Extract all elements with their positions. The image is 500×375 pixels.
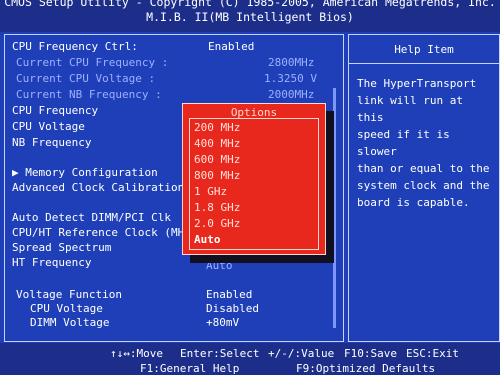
current-nb-frequency-value: 2000MHz <box>268 88 315 101</box>
cpu-frequency-item[interactable]: CPU Frequency <box>12 104 98 117</box>
nb-frequency-item[interactable]: NB Frequency <box>12 136 91 149</box>
cpu-frequency-ctrl-value[interactable]: Enabled <box>208 40 254 53</box>
current-cpu-voltage-label: Current CPU Voltage : <box>16 72 156 85</box>
cpu-ht-reference-clock-item[interactable]: CPU/HT Reference Clock (MH <box>12 226 184 239</box>
key-optimized-defaults: F9:Optimized Defaults <box>296 362 436 375</box>
help-title: Help Item <box>394 43 454 56</box>
bios-name: M.I.B. II(MB Intelligent Bios) <box>146 10 354 24</box>
voltage-function-value[interactable]: Enabled <box>206 288 252 301</box>
auto-detect-dimm-pci-clk-item[interactable]: Auto Detect DIMM/PCI Clk <box>12 211 171 224</box>
cpu-voltage-item[interactable]: CPU Voltage <box>12 120 85 133</box>
current-nb-frequency-label: Current NB Frequency : <box>16 88 162 101</box>
advanced-clock-calibration-item[interactable]: Advanced Clock Calibration <box>12 181 184 194</box>
copyright-line: CMOS Setup Utility - Copyright (C) 1985-… <box>4 0 496 9</box>
help-panel: Help Item The HyperTransport link will r… <box>348 34 500 342</box>
option-1ghz[interactable]: 1 GHz <box>194 185 227 198</box>
option-1-8ghz[interactable]: 1.8 GHz <box>194 201 240 214</box>
key-general-help: F1:General Help <box>140 362 240 375</box>
option-800mhz[interactable]: 800 MHz <box>194 169 240 182</box>
option-200mhz[interactable]: 200 MHz <box>194 121 240 134</box>
cpu-frequency-ctrl-row[interactable]: CPU Frequency Ctrl: <box>12 40 138 53</box>
help-text: The HyperTransport link will run at this… <box>357 77 490 209</box>
current-cpu-frequency-value: 2800MHz <box>268 56 315 69</box>
current-cpu-voltage-value: 1.3250 V <box>264 72 317 85</box>
option-600mhz[interactable]: 600 MHz <box>194 153 240 166</box>
options-popup: Options 200 MHz 400 MHz 600 MHz 800 MHz … <box>182 103 326 255</box>
key-value: +/-/:Value <box>268 347 335 360</box>
options-list: 200 MHz 400 MHz 600 MHz 800 MHz 1 GHz 1.… <box>189 118 319 250</box>
spread-spectrum-item[interactable]: Spread Spectrum <box>12 241 111 254</box>
key-select: Enter:Select <box>180 347 260 360</box>
key-exit: ESC:Exit <box>406 347 459 360</box>
cpu-frequency-ctrl-label: CPU Frequency Ctrl: <box>12 40 138 53</box>
cpu-voltage-setting-value[interactable]: Disabled <box>206 302 259 315</box>
help-divider <box>349 63 499 64</box>
dimm-voltage-value[interactable]: +80mV <box>206 316 239 329</box>
submenu-arrow-icon: ▶ <box>12 166 19 179</box>
dimm-voltage-label[interactable]: DIMM Voltage <box>30 316 109 329</box>
memory-configuration-label: Memory Configuration <box>25 166 158 179</box>
option-400mhz[interactable]: 400 MHz <box>194 137 240 150</box>
title-bar: CMOS Setup Utility - Copyright (C) 1985-… <box>0 0 500 32</box>
ht-frequency-item[interactable]: HT Frequency <box>12 256 91 269</box>
current-cpu-frequency-label: Current CPU Frequency : <box>16 56 169 69</box>
option-auto[interactable]: Auto <box>194 233 221 246</box>
key-help-bar: ↑↓↔:Move Enter:Select +/-/:Value F10:Sav… <box>0 343 500 375</box>
option-2-0ghz[interactable]: 2.0 GHz <box>194 217 240 230</box>
voltage-function-label[interactable]: Voltage Function <box>16 288 122 301</box>
memory-configuration-item[interactable]: ▶ Memory Configuration <box>12 166 158 179</box>
cpu-voltage-setting-label[interactable]: CPU Voltage <box>30 302 103 315</box>
key-move: ↑↓↔:Move <box>110 347 163 360</box>
key-save: F10:Save <box>344 347 397 360</box>
